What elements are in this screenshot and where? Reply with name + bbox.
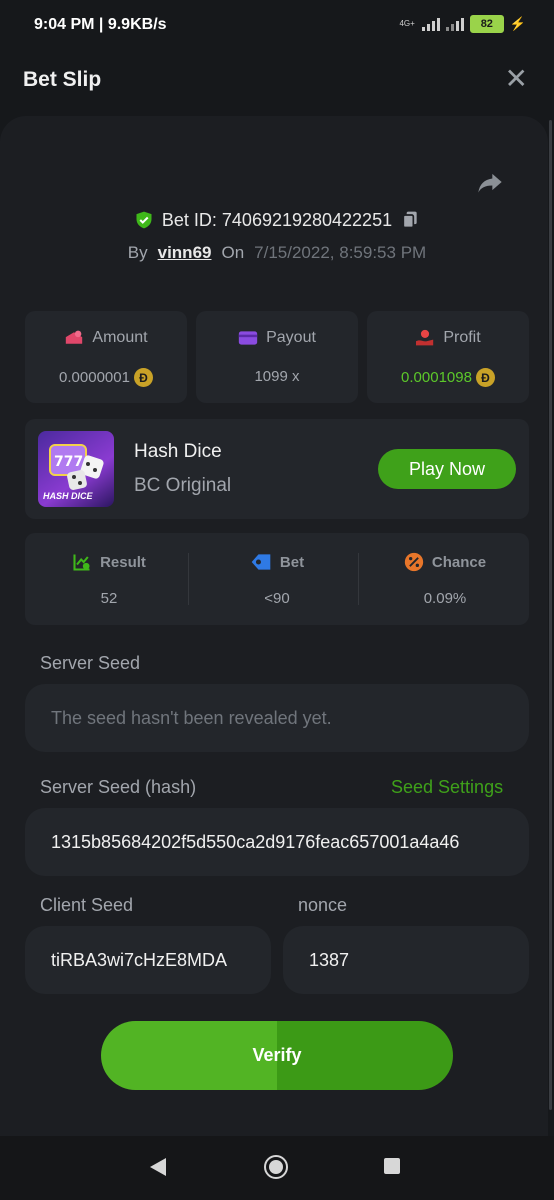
bet-datetime: 7/15/2022, 8:59:53 PM bbox=[254, 243, 427, 262]
svg-text:777: 777 bbox=[54, 454, 83, 470]
profit-header: Profit bbox=[367, 329, 529, 347]
amount-value-row: 0.0000001 Đ bbox=[25, 368, 187, 387]
close-icon[interactable]: ✕ bbox=[505, 65, 528, 93]
amount-label: Amount bbox=[92, 329, 148, 346]
percent-icon bbox=[404, 552, 424, 572]
payout-card: Payout 1099 x bbox=[196, 311, 358, 403]
amount-icon bbox=[66, 330, 83, 344]
game-card: 777 HASH DICE Hash Dice BC Original Play… bbox=[25, 419, 529, 519]
status-icons: 4G+ 82 ⚡ bbox=[399, 15, 526, 33]
client-seed-field[interactable]: tiRBA3wi7cHzE8MDA bbox=[25, 926, 271, 994]
result-label: Result bbox=[100, 553, 146, 571]
battery-level: 82 bbox=[480, 18, 493, 30]
copy-icon[interactable] bbox=[400, 210, 420, 230]
server-seed-placeholder: The seed hasn't been revealed yet. bbox=[51, 707, 332, 728]
profit-icon bbox=[416, 329, 434, 346]
server-seed-label: Server Seed bbox=[40, 653, 141, 673]
payout-value: 1099 x bbox=[254, 368, 300, 385]
bet-header: Bet bbox=[193, 552, 361, 572]
ticket-icon bbox=[251, 554, 271, 570]
on-label: On bbox=[221, 243, 245, 262]
client-seed-value: tiRBA3wi7cHzE8MDA bbox=[51, 949, 228, 970]
doge-coin-icon: Đ bbox=[133, 368, 153, 387]
payout-value-row: 1099 x bbox=[196, 368, 358, 385]
payout-header: Payout bbox=[196, 329, 358, 347]
bet-label: Bet bbox=[279, 553, 305, 571]
payout-label: Payout bbox=[266, 329, 316, 346]
status-time: 9:04 PM | 9.9KB/s bbox=[34, 16, 167, 33]
game-thumbnail[interactable]: 777 HASH DICE bbox=[38, 431, 114, 507]
result-value: 52 bbox=[100, 590, 118, 607]
chart-check-icon bbox=[73, 554, 90, 571]
scrollbar[interactable] bbox=[549, 120, 552, 1110]
server-seed-hash-field[interactable]: 1315b85684202f5d550ca2d9176feac657001a4a… bbox=[25, 808, 529, 876]
nonce-field[interactable]: 1387 bbox=[283, 926, 529, 994]
result-column: Result 52 bbox=[25, 533, 193, 625]
server-seed-hash-value: 1315b85684202f5d550ca2d9176feac657001a4a… bbox=[51, 831, 460, 852]
amount-value: 0.0000001 bbox=[59, 369, 130, 386]
result-card: Result 52 Bet <90 Chance 0.09% bbox=[25, 533, 529, 625]
status-bar: 9:04 PM | 9.9KB/s 4G+ 82 ⚡ bbox=[0, 0, 554, 44]
header: Bet Slip ✕ bbox=[0, 44, 554, 114]
chance-value: 0.09% bbox=[423, 590, 467, 607]
chance-label: Chance bbox=[431, 553, 487, 571]
amount-header: Amount bbox=[25, 329, 187, 347]
result-header: Result bbox=[25, 552, 193, 572]
server-seed-field[interactable]: The seed hasn't been revealed yet. bbox=[25, 684, 529, 752]
nonce-value: 1387 bbox=[309, 949, 350, 970]
signal-icon bbox=[421, 17, 440, 31]
bet-column: Bet <90 bbox=[193, 533, 361, 625]
bet-value: <90 bbox=[264, 590, 290, 607]
page-title: Bet Slip bbox=[23, 68, 102, 91]
game-subtitle: BC Original bbox=[134, 475, 232, 496]
chance-header: Chance bbox=[361, 552, 529, 572]
system-nav-bar bbox=[0, 1136, 554, 1200]
chance-column: Chance 0.09% bbox=[361, 533, 529, 625]
profit-value: 0.0001098 bbox=[401, 369, 472, 386]
by-label: By bbox=[127, 243, 148, 262]
signal-icon-2 bbox=[445, 17, 464, 31]
client-seed-label: Client Seed bbox=[40, 895, 134, 915]
play-now-button[interactable]: Play Now bbox=[378, 449, 516, 489]
battery-icon: 82 bbox=[469, 15, 504, 33]
thumb-label: HASH DICE bbox=[43, 491, 93, 501]
network-type: 4G+ bbox=[399, 19, 415, 28]
username-link[interactable]: vinn69 bbox=[158, 243, 212, 263]
charging-icon: ⚡ bbox=[509, 16, 526, 31]
profit-value-row: 0.0001098 Đ bbox=[367, 368, 529, 387]
server-seed-hash-label: Server Seed (hash) bbox=[40, 777, 197, 797]
divider bbox=[358, 553, 359, 605]
share-icon[interactable] bbox=[476, 168, 504, 196]
amount-card: Amount 0.0000001 Đ bbox=[25, 311, 187, 403]
profit-card: Profit 0.0001098 Đ bbox=[367, 311, 529, 403]
bet-id: Bet ID: 74069219280422251 bbox=[161, 209, 393, 230]
bet-meta-row: By vinn69 On 7/15/2022, 8:59:53 PM bbox=[0, 240, 554, 266]
profit-label: Profit bbox=[443, 329, 481, 346]
home-icon[interactable] bbox=[264, 1155, 288, 1179]
back-icon[interactable] bbox=[150, 1158, 166, 1176]
divider bbox=[188, 553, 189, 605]
nonce-label: nonce bbox=[298, 895, 348, 915]
game-name: Hash Dice bbox=[134, 441, 222, 462]
bet-id-row: Bet ID: 74069219280422251 bbox=[0, 205, 554, 235]
seed-settings-link[interactable]: Seed Settings bbox=[391, 777, 503, 798]
doge-coin-icon: Đ bbox=[475, 368, 495, 387]
shield-check-icon bbox=[136, 211, 152, 229]
verify-button[interactable]: Verify bbox=[101, 1021, 453, 1090]
recent-apps-icon[interactable] bbox=[384, 1158, 400, 1174]
wallet-icon bbox=[238, 331, 258, 345]
